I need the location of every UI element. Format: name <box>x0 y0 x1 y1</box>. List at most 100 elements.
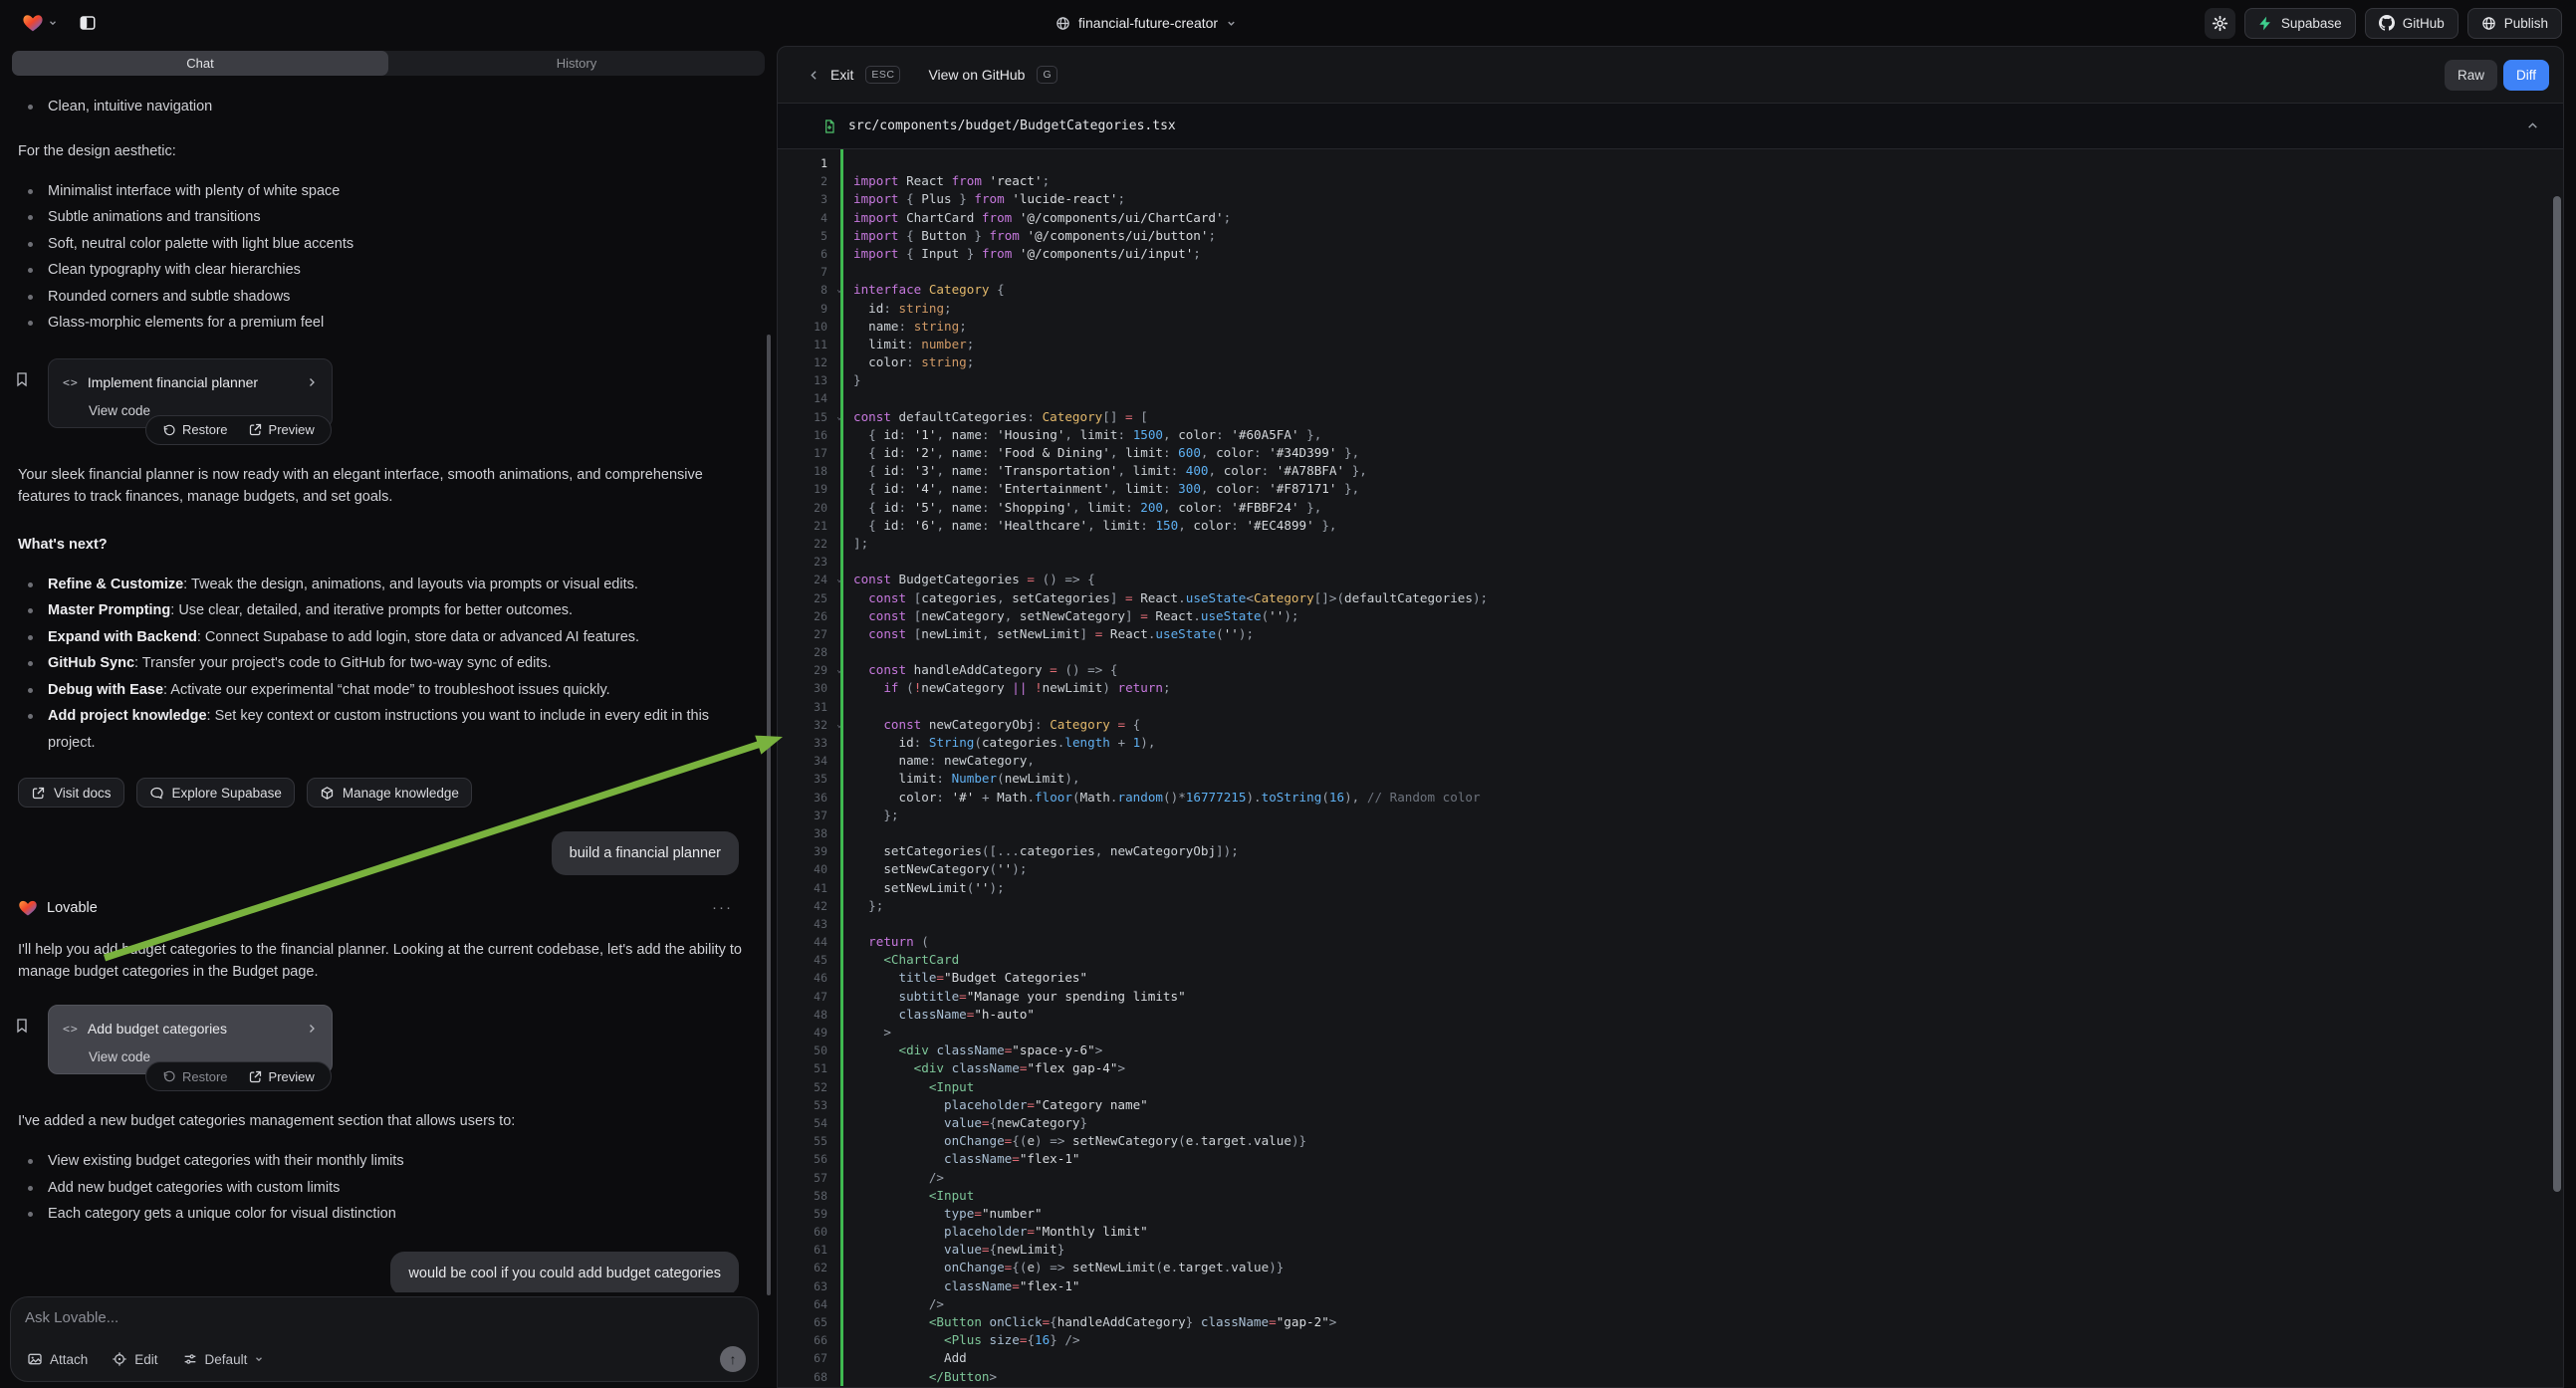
project-name: financial-future-creator <box>1078 15 1218 31</box>
code-text: <Plus size={16} /> <box>845 1331 1080 1349</box>
line-number: 50 <box>778 1041 833 1059</box>
line-number: 62 <box>778 1259 833 1276</box>
restore-button[interactable]: Restore <box>152 1069 238 1084</box>
code-line: 30 if (!newCategory || !newLimit) return… <box>778 679 2563 697</box>
fold-marker <box>833 807 845 824</box>
send-button[interactable]: ↑ <box>720 1346 746 1372</box>
package-icon <box>320 786 335 801</box>
code-line: 3import { Plus } from 'lucide-react'; <box>778 190 2563 208</box>
fold-marker[interactable]: ⌄ <box>833 571 845 588</box>
line-number: 41 <box>778 879 833 897</box>
settings-button[interactable] <box>2205 8 2235 39</box>
attach-button[interactable]: Attach <box>27 1351 88 1367</box>
code-line: 20 { id: '5', name: 'Shopping', limit: 2… <box>778 499 2563 517</box>
diff-toggle-button[interactable]: Diff <box>2503 60 2549 91</box>
code-line: 50 <div className="space-y-6"> <box>778 1041 2563 1059</box>
chat-paragraph: I've added a new budget categories manag… <box>18 1110 743 1132</box>
gear-icon <box>2212 15 2228 32</box>
fold-marker <box>833 988 845 1006</box>
code-line: 7 <box>778 263 2563 281</box>
exit-button[interactable]: Exit <box>830 67 853 83</box>
code-editor: 12import React from 'react';3import { Pl… <box>778 149 2563 1386</box>
code-text: > <box>845 1024 891 1041</box>
manage-knowledge-button[interactable]: Manage knowledge <box>307 778 472 808</box>
preview-button[interactable]: Preview <box>238 422 325 437</box>
fold-marker <box>833 897 845 915</box>
fold-marker <box>833 499 845 517</box>
lovable-logo-menu[interactable] <box>22 12 58 34</box>
code-line: 68 </Button> <box>778 1368 2563 1386</box>
mode-selector[interactable]: Default <box>182 1351 265 1367</box>
visit-docs-button[interactable]: Visit docs <box>18 778 124 808</box>
view-on-github-button[interactable]: View on GitHub <box>928 67 1025 83</box>
fold-marker <box>833 444 845 462</box>
line-number: 56 <box>778 1150 833 1168</box>
raw-toggle-button[interactable]: Raw <box>2445 60 2497 91</box>
user-message-row: would be cool if you could add budget ca… <box>18 1252 743 1293</box>
version-card-block: <>Implement financial plannerView codeRe… <box>18 358 743 444</box>
external-link-icon <box>31 786 46 801</box>
fold-marker <box>833 318 845 336</box>
line-number: 42 <box>778 897 833 915</box>
chat-input[interactable] <box>25 1309 708 1337</box>
chevron-down-icon <box>254 1354 264 1364</box>
publish-globe-icon <box>2481 16 2496 31</box>
bookmark-icon <box>14 370 30 388</box>
tab-chat[interactable]: Chat <box>12 51 388 76</box>
code-text: <Input <box>845 1187 974 1205</box>
restore-button[interactable]: Restore <box>152 422 238 437</box>
code-line: 65 <Button onClick={handleAddCategory} c… <box>778 1313 2563 1331</box>
code-text: if (!newCategory || !newLimit) return; <box>845 679 1171 697</box>
line-number: 9 <box>778 300 833 318</box>
supabase-button[interactable]: Supabase <box>2244 8 2356 39</box>
code-text: name: newCategory, <box>845 752 1035 770</box>
tab-history[interactable]: History <box>388 51 765 76</box>
preview-label: Preview <box>269 422 315 437</box>
code-text: import { Button } from '@/components/ui/… <box>845 227 1216 245</box>
code-line: 54 value={newCategory} <box>778 1114 2563 1132</box>
line-number: 43 <box>778 915 833 933</box>
supabase-label: Supabase <box>2281 16 2342 31</box>
code-scrollbar[interactable] <box>2553 196 2561 1192</box>
chat-scrollbar[interactable] <box>767 335 771 1295</box>
version-title: Add budget categories <box>88 1018 227 1040</box>
supabase-icon <box>2258 16 2273 31</box>
code-line: 17 { id: '2', name: 'Food & Dining', lim… <box>778 444 2563 462</box>
collapse-file-button[interactable] <box>2517 112 2547 141</box>
line-number: 59 <box>778 1205 833 1223</box>
fold-marker <box>833 951 845 969</box>
fold-marker[interactable]: ⌄ <box>833 281 845 299</box>
line-number: 48 <box>778 1006 833 1024</box>
edit-mode-button[interactable]: Edit <box>112 1351 157 1367</box>
line-number: 46 <box>778 969 833 987</box>
esc-key-hint: ESC <box>865 66 900 84</box>
line-number: 19 <box>778 480 833 498</box>
preview-button[interactable]: Preview <box>238 1069 325 1084</box>
fold-marker[interactable]: ⌄ <box>833 408 845 426</box>
chevron-up-icon <box>2526 119 2539 132</box>
code-line: 34 name: newCategory, <box>778 752 2563 770</box>
github-label: GitHub <box>2403 16 2445 31</box>
attach-label: Attach <box>50 1352 88 1367</box>
publish-button[interactable]: Publish <box>2467 8 2562 39</box>
code-text: type="number" <box>845 1205 1043 1223</box>
fold-marker[interactable]: ⌄ <box>833 716 845 734</box>
chat-paragraph: For the design aesthetic: <box>18 140 743 162</box>
line-number: 8 <box>778 281 833 299</box>
github-button[interactable]: GitHub <box>2365 8 2459 39</box>
list-item: Subtle animations and transitions <box>18 204 743 231</box>
line-number: 20 <box>778 499 833 517</box>
action-label: Visit docs <box>54 786 112 801</box>
explore-supabase-button[interactable]: Explore Supabase <box>136 778 295 808</box>
fold-marker[interactable]: ⌄ <box>833 661 845 679</box>
assistant-name: Lovable <box>47 897 98 919</box>
message-menu-button[interactable]: ··· <box>712 897 733 919</box>
fold-marker <box>833 389 845 407</box>
code-line: 15⌄const defaultCategories: Category[] =… <box>778 408 2563 426</box>
list-item: Glass-morphic elements for a premium fee… <box>18 310 743 337</box>
sidebar-toggle-button[interactable] <box>74 9 102 37</box>
bookmark-button[interactable] <box>14 1017 30 1035</box>
project-selector[interactable]: financial-future-creator <box>1055 0 1237 46</box>
bookmark-button[interactable] <box>14 370 30 388</box>
lovable-heart-icon <box>18 898 38 918</box>
